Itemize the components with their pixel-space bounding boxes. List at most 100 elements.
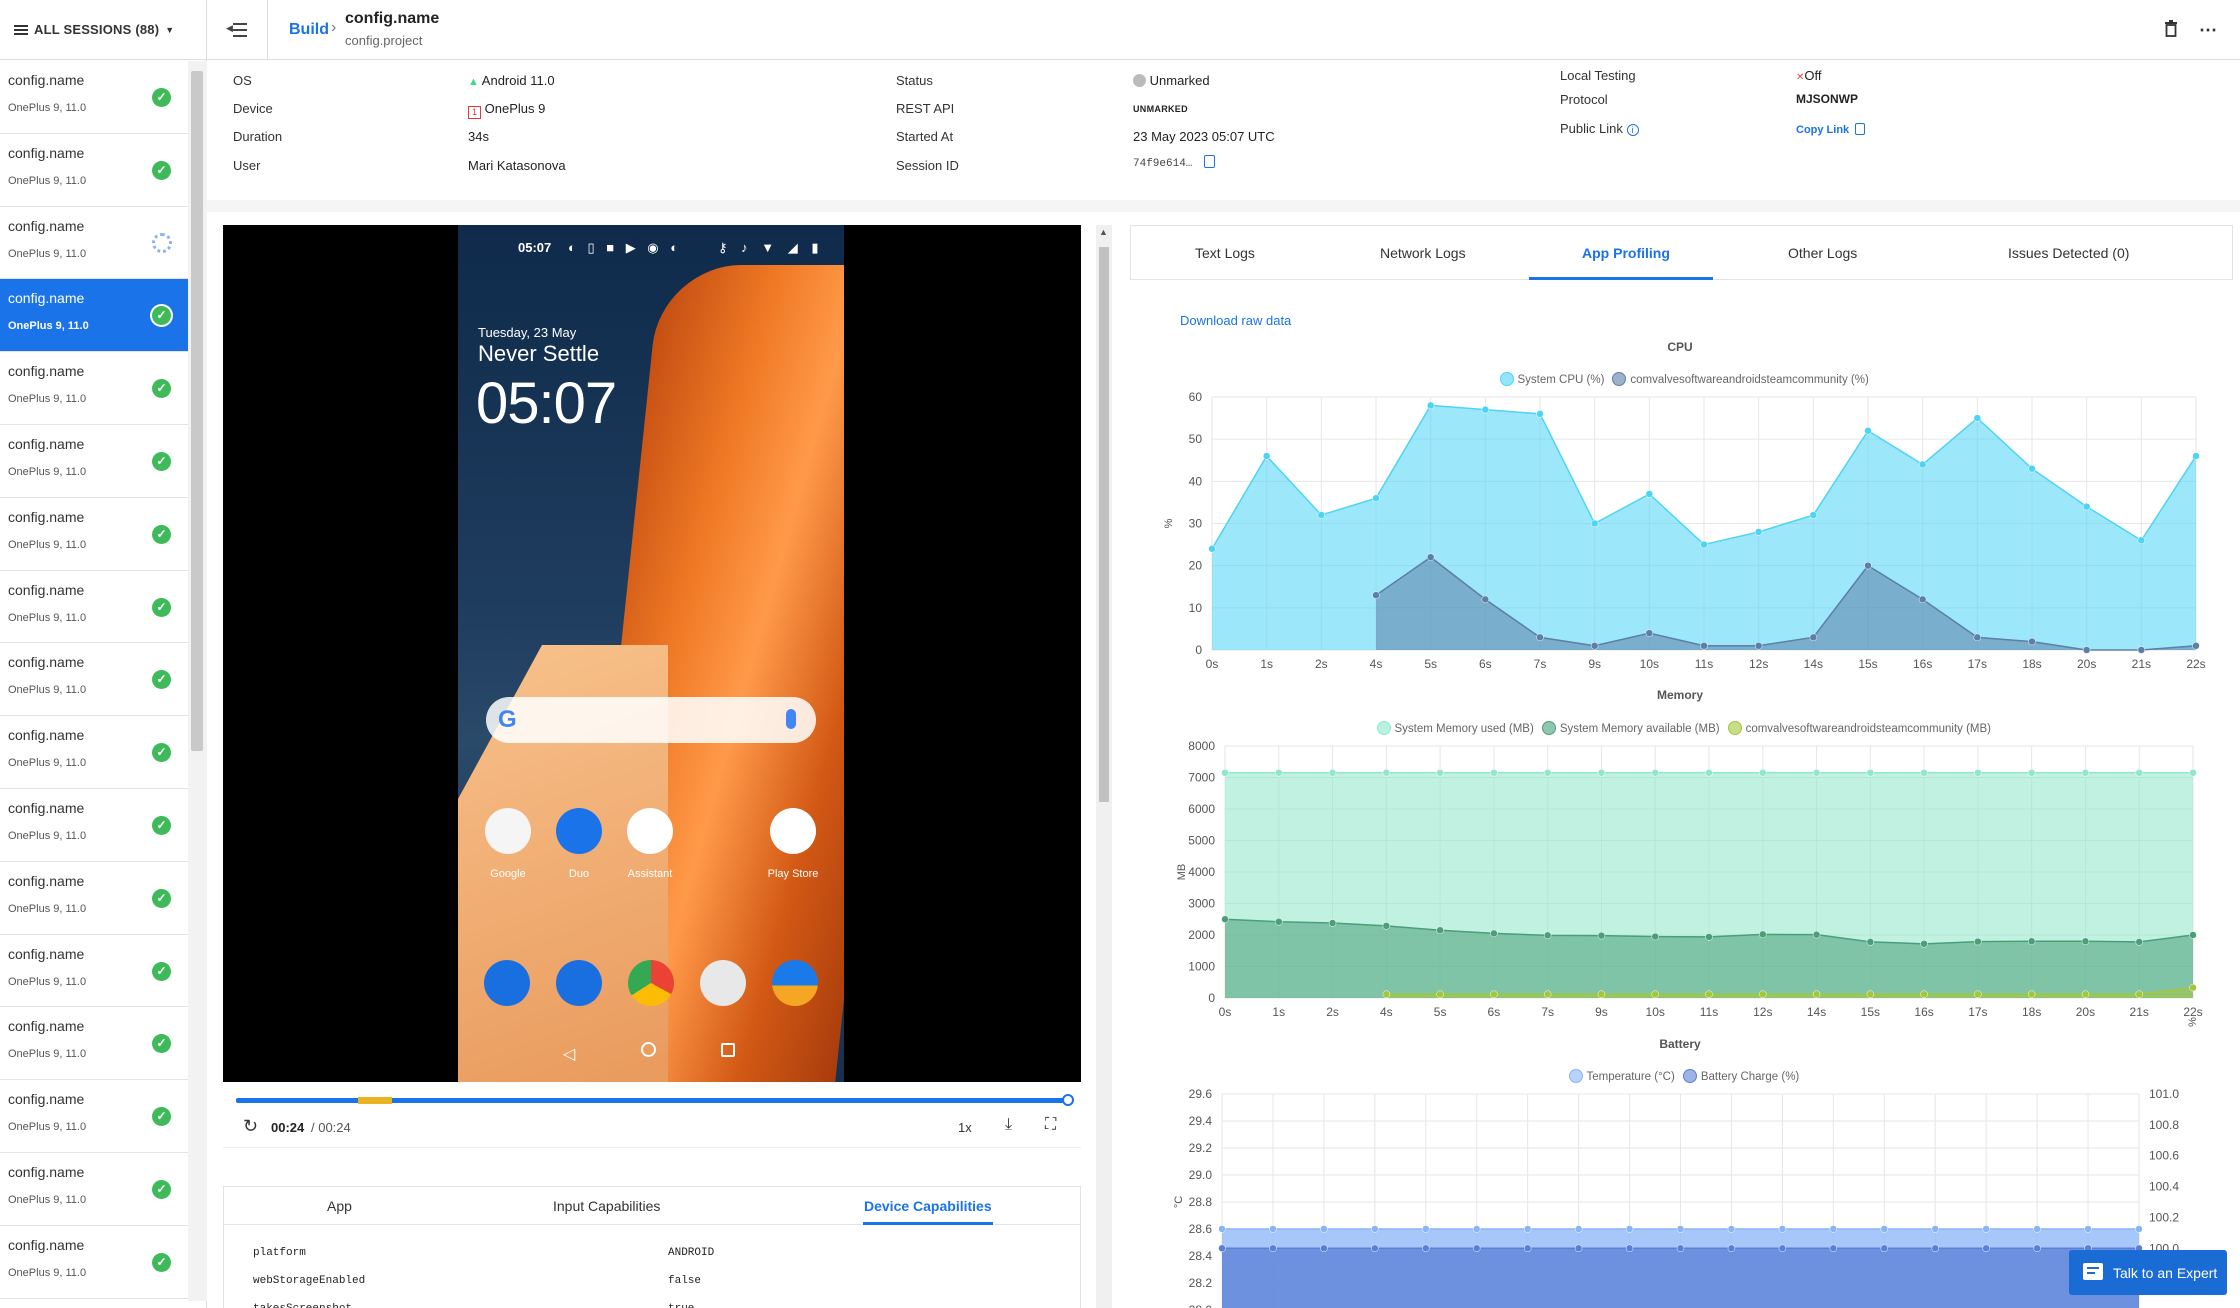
check-circle-icon: ✓	[152, 451, 171, 471]
phone-date: Tuesday, 23 May	[478, 325, 577, 340]
public-link-label-text: Public Link	[1560, 121, 1623, 136]
session-list-item[interactable]: config.name OnePlus 9, 11.0 ✓	[0, 498, 188, 571]
session-name: config.name	[8, 435, 85, 452]
tab-device-capabilities[interactable]: Device Capabilities	[864, 1198, 992, 1214]
cap-key: webStorageEnabled	[253, 1275, 366, 1287]
breadcrumb-build-link[interactable]: Build	[289, 21, 329, 39]
sidebar-scrollbar-thumb[interactable]	[191, 71, 203, 751]
session-name: config.name	[8, 945, 85, 962]
legend-label[interactable]: System Memory used (MB)	[1395, 723, 1534, 735]
content-scrollbar-thumb[interactable]	[1099, 247, 1109, 802]
session-list-item[interactable]: config.name OnePlus 9, 11.0 ✓	[0, 571, 188, 644]
replay-icon[interactable]: ↻	[243, 1116, 258, 1137]
chart-legend: Temperature (°C) Battery Charge (%)	[1561, 1069, 1799, 1083]
os-value-text: Android 11.0	[481, 73, 555, 88]
legend-label[interactable]: System Memory available (MB)	[1560, 723, 1720, 735]
session-name: config.name	[8, 1163, 85, 1180]
session-name: config.name	[8, 581, 85, 598]
session-list-item[interactable]: config.name OnePlus 9, 11.0 ✓	[0, 61, 188, 134]
session-video[interactable]: 05:07 ◐ ▯ ■ ▶ ◉ ◐ ⚷ ♪ ▼ ◢ ▮ Tuesday, 23 …	[223, 225, 1081, 1082]
session-list-item[interactable]: config.name OnePlus 9, 11.0 ✓	[0, 352, 188, 425]
tab-app-profiling[interactable]: App Profiling	[1582, 245, 1670, 261]
phone-status-icons: ◐ ▯ ■ ▶ ◉ ◐	[568, 240, 683, 255]
session-name: config.name	[8, 1236, 85, 1253]
session-name: config.name	[8, 363, 85, 380]
logs-panel: Text Logs Network Logs App Profiling Oth…	[1130, 225, 2233, 1308]
legend-swatch[interactable]	[1376, 721, 1391, 735]
info-icon[interactable]: i	[1626, 124, 1639, 136]
tab-other-logs[interactable]: Other Logs	[1788, 245, 1857, 261]
session-list-item[interactable]: config.name OnePlus 9, 11.0 ✓	[0, 789, 188, 862]
active-tab-indicator	[1529, 277, 1713, 280]
tab-app[interactable]: App	[327, 1198, 352, 1214]
phone-app-icon	[484, 960, 530, 1006]
download-raw-data-link[interactable]: Download raw data	[1180, 313, 1291, 328]
protocol-label: Protocol	[1560, 92, 1608, 107]
tab-network-logs[interactable]: Network Logs	[1380, 245, 1466, 261]
session-list-item[interactable]: config.name OnePlus 9, 11.0 ✓	[0, 134, 188, 207]
check-circle-icon: ✓	[152, 888, 171, 908]
session-list-item[interactable]: config.name OnePlus 9, 11.0 ✓	[0, 862, 188, 935]
tab-issues-detected[interactable]: Issues Detected (0)	[2008, 245, 2129, 261]
legend-label[interactable]: Temperature (°C)	[1587, 1071, 1675, 1083]
session-list-item[interactable]: config.name OnePlus 9, 11.0 ✓	[0, 425, 188, 498]
status-value: Unmarked	[1133, 73, 1210, 88]
legend-label[interactable]: comvalvesoftwareandroidsteamcommunity (%…	[1630, 374, 1868, 386]
legend-swatch[interactable]	[1682, 1069, 1697, 1083]
tab-text-logs[interactable]: Text Logs	[1195, 245, 1255, 261]
legend-swatch[interactable]	[1612, 372, 1627, 386]
chart-title: Memory	[1656, 688, 1703, 702]
session-list-item[interactable]: config.name OnePlus 9, 11.0 ✓	[0, 1226, 188, 1299]
more-options-icon[interactable]: ⋯	[2199, 20, 2218, 41]
talk-to-expert-button[interactable]: Talk to an Expert	[2069, 1250, 2227, 1295]
collapse-sidebar-icon[interactable]: ◀	[226, 20, 247, 40]
device-screen: 05:07 ◐ ▯ ■ ▶ ◉ ◐ ⚷ ♪ ▼ ◢ ▮ Tuesday, 23 …	[458, 225, 844, 1082]
page-subtitle: config.project	[345, 33, 423, 48]
rest-api-value: UNMARKED	[1133, 104, 1188, 114]
copy-session-id-icon[interactable]	[1204, 155, 1215, 168]
legend-swatch[interactable]	[1568, 1069, 1583, 1083]
session-list-item[interactable]: config.name OnePlus 9, 11.0 ✓	[0, 279, 188, 353]
legend-label[interactable]: Battery Charge (%)	[1701, 1071, 1799, 1083]
session-name: config.name	[8, 654, 85, 671]
google-search-bar: G	[486, 697, 816, 743]
progress-knob[interactable]	[1062, 1094, 1074, 1106]
capabilities-panel: App Input Capabilities Device Capabiliti…	[223, 1186, 1081, 1308]
session-list-item[interactable]: config.name OnePlus 9, 11.0 ✓	[0, 716, 188, 789]
google-app-icon	[485, 808, 531, 854]
cap-value: true	[668, 1303, 694, 1308]
copy-link-button[interactable]: Copy Link	[1796, 123, 1866, 136]
duration-label: Duration	[233, 129, 283, 144]
scroll-up-icon[interactable]: ▲	[1099, 227, 1108, 237]
legend-label[interactable]: System CPU (%)	[1518, 374, 1605, 386]
legend-swatch[interactable]	[1541, 721, 1556, 735]
playback-speed[interactable]: 1x	[958, 1120, 972, 1135]
google-app-label: Google	[490, 868, 526, 880]
trash-icon[interactable]	[2164, 20, 2178, 37]
all-sessions-dropdown[interactable]: ALL SESSIONS (88) ▼	[0, 0, 206, 60]
tab-input-capabilities[interactable]: Input Capabilities	[553, 1198, 660, 1214]
cap-value: ANDROID	[668, 1247, 715, 1259]
session-list-item[interactable]: config.name OnePlus 9, 11.0	[0, 207, 188, 280]
session-list-item[interactable]: config.name OnePlus 9, 11.0 ✓	[0, 643, 188, 717]
header-divider	[267, 0, 268, 60]
assistant-app-label: Assistant	[627, 868, 673, 880]
session-list-item[interactable]: config.name OnePlus 9, 11.0 ✓	[0, 935, 188, 1008]
legend-swatch[interactable]	[1499, 372, 1514, 386]
fullscreen-icon[interactable]: ⛶	[1045, 1116, 1056, 1134]
camera-app-icon	[700, 960, 746, 1006]
session-list-item[interactable]: config.name OnePlus 9, 11.0 ✓	[0, 1153, 188, 1226]
session-name: config.name	[8, 144, 85, 161]
legend-label[interactable]: comvalvesoftwareandroidsteamcommunity (M…	[1746, 723, 1991, 735]
session-list-item[interactable]: config.name OnePlus 9, 11.0 ✓	[0, 1007, 188, 1081]
download-video-icon[interactable]: ⤓	[1005, 1116, 1012, 1134]
chat-icon	[2083, 1263, 2103, 1280]
sidebar-scrollbar[interactable]	[188, 61, 207, 1301]
device-value: 1 OnePlus 9	[468, 101, 545, 119]
legend-swatch[interactable]	[1727, 721, 1742, 735]
content-scrollbar[interactable]: ▲	[1096, 225, 1112, 1308]
info-separator	[207, 200, 2240, 212]
session-list: config.name OnePlus 9, 11.0 ✓ config.name On…	[0, 61, 188, 1301]
session-list-item[interactable]: config.name OnePlus 9, 11.0 ✓	[0, 1080, 188, 1153]
duo-app-icon	[556, 808, 602, 854]
